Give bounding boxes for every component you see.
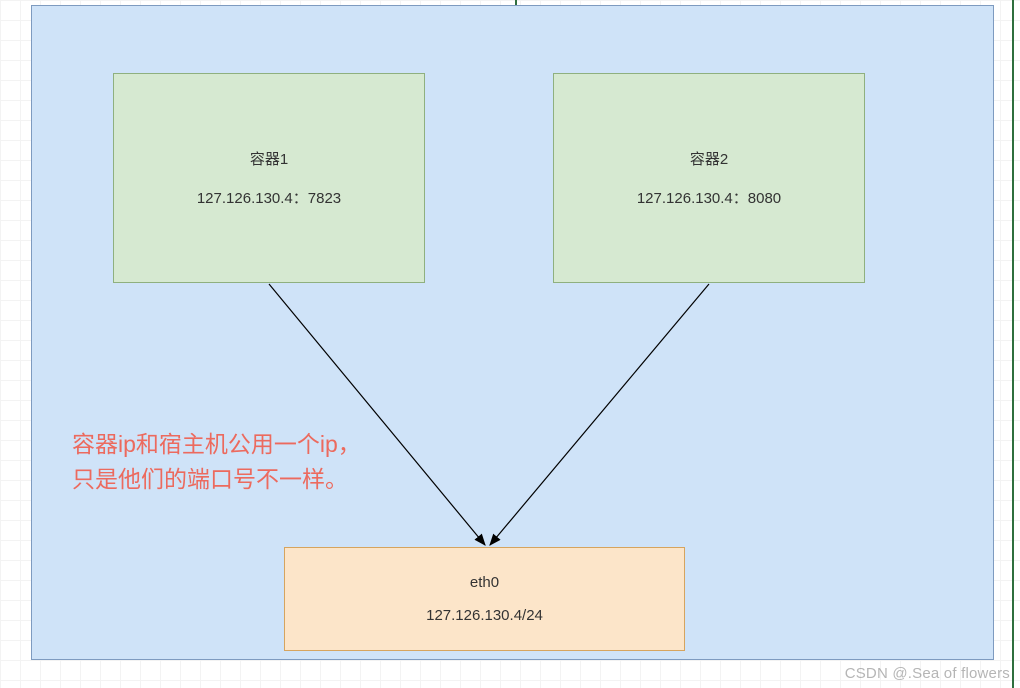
container-2-addr: 127.126.130.4：8080 [637, 187, 781, 208]
container-2-box: 容器2 127.126.130.4：8080 [553, 73, 865, 283]
container-1-box: 容器1 127.126.130.4：7823 [113, 73, 425, 283]
right-guide-line [1012, 0, 1014, 688]
watermark-text: CSDN @.Sea of flowers [845, 665, 1010, 682]
container-2-title: 容器2 [690, 148, 728, 169]
eth0-title: eth0 [470, 574, 499, 591]
container-1-addr: 127.126.130.4：7823 [197, 187, 341, 208]
caption-line-2: 只是他们的端口号不一样。 [72, 466, 348, 492]
eth0-box: eth0 127.126.130.4/24 [284, 547, 685, 651]
explanation-text: 容器ip和宿主机公用一个ip， 只是他们的端口号不一样。 [72, 427, 422, 496]
caption-line-1: 容器ip和宿主机公用一个ip， [72, 431, 361, 457]
container-1-title: 容器1 [250, 148, 288, 169]
eth0-addr: 127.126.130.4/24 [426, 607, 543, 624]
